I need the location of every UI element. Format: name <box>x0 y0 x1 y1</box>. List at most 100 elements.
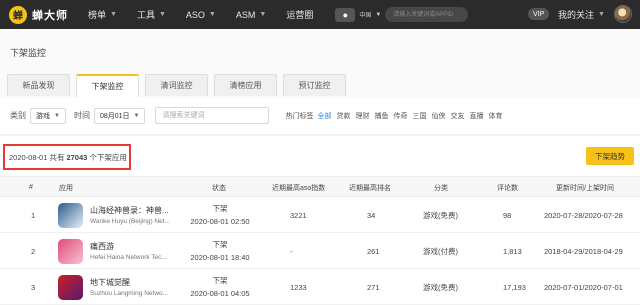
cell-rank: 1 <box>31 211 36 220</box>
chevron-down-icon: ▼ <box>54 112 60 119</box>
hot-tags: 热门标签 全部 贷款 理财 捕鱼 传奇 三国 仙侠 交友 直播 体育 <box>285 111 507 121</box>
results-panel: 2020-08-01 共有 27043 个下架应用 下架趋势 # 应用 状态 近期最… <box>0 136 640 305</box>
cell-status: 下架 2020-08-01 18:40 <box>187 239 253 262</box>
chevron-down-icon: ▼ <box>110 11 117 18</box>
date-select[interactable]: 08月01日 ▼ <box>93 107 146 124</box>
table-header: # 应用 状态 近期最高aso指数 近期最高排名 分类 评论数 更新时间/上架时… <box>0 176 640 197</box>
status-label: 下架 <box>212 240 228 249</box>
cell-aso-index: 1233 <box>290 283 307 292</box>
filter-bar: 类别 游戏▼ 时间 08月01日▼ 热门标签 全部 贷款 理财 捕鱼 传奇 三国… <box>0 97 640 135</box>
cell-best-rank: 271 <box>367 283 380 292</box>
hot-tag-three-kingdoms[interactable]: 三国 <box>412 111 426 121</box>
cell-dates: 2020-07-28/2020-07-28 <box>544 211 623 220</box>
hot-tag-loans[interactable]: 贷款 <box>336 111 350 121</box>
hot-tag-legend[interactable]: 传奇 <box>393 111 407 121</box>
table-row[interactable]: 2 - 261 游戏(付费) 1,813 2018-04-29/2018-04-29 痛西游… <box>0 234 640 269</box>
nav-item-tools[interactable]: 工具 ▼ <box>137 8 166 21</box>
column-header-dates: 更新时间/上架时间 <box>556 184 614 192</box>
brand-name: 蝉大师 <box>32 9 68 22</box>
tab-removal-monitor[interactable]: 下架监控 <box>76 74 139 97</box>
chevron-down-icon: ▼ <box>158 11 166 18</box>
nav-item-label: 榜单 <box>88 10 107 20</box>
app-developer: Suzhou Langming Netwo... <box>90 290 169 297</box>
date-value: 08月01日 <box>99 112 130 120</box>
chevron-down-icon: ▼ <box>133 112 140 119</box>
category-value: 游戏 <box>36 112 50 120</box>
status-label: 下架 <box>212 204 228 213</box>
hot-tag-all[interactable]: 全部 <box>317 111 331 121</box>
nav-item-operations[interactable]: 运营圈 <box>286 8 313 21</box>
summary-prefix: 共有 <box>49 152 65 162</box>
nav-item-label: ASM <box>235 9 256 20</box>
app-icon[interactable] <box>58 239 83 264</box>
category-select[interactable]: 游戏 ▼ <box>30 107 66 124</box>
tab-bar: 新品发现 下架监控 清词监控 清榜应用 预订监控 <box>7 74 352 97</box>
app-name[interactable]: 地下城觉醒 <box>90 277 130 288</box>
nav-item-aso[interactable]: ASO ▼ <box>186 10 216 20</box>
tab-chart-clear-apps[interactable]: 清榜应用 <box>214 74 277 96</box>
cell-rank: 2 <box>31 247 36 256</box>
app-icon[interactable] <box>58 203 83 228</box>
hot-tags-label: 热门标签 <box>285 112 314 120</box>
avatar[interactable] <box>614 5 632 23</box>
column-header-rank: # <box>29 184 33 191</box>
app-developer: Wanke Huyu (Beijing) Net... <box>90 218 170 225</box>
keyword-search-input[interactable] <box>155 107 270 124</box>
page-title: 下架监控 <box>10 48 47 58</box>
tab-keyword-clear-monitor[interactable]: 清词监控 <box>145 74 208 96</box>
cell-aso-index: 3221 <box>290 211 307 220</box>
top-nav-bar: 蝉 蝉大师 榜单▼ 工具▼ ASO▼ ASM▼ 运营圈 ● 中国 ▼ VIP 我… <box>0 0 640 29</box>
removal-trend-button[interactable]: 下架趋势 <box>586 147 634 165</box>
cell-status: 下架 2020-08-01 02:50 <box>187 203 253 226</box>
nav-item-rankings[interactable]: 榜单 ▼ <box>88 8 117 21</box>
tab-new-apps[interactable]: 新品发现 <box>7 74 70 96</box>
cell-category: 游戏(付费) <box>423 247 458 256</box>
brand-logo[interactable]: 蝉 蝉大师 <box>9 5 68 24</box>
hot-tag-finance[interactable]: 理财 <box>355 111 369 121</box>
column-header-aso-index: 近期最高aso指数 <box>272 184 326 192</box>
cell-dates: 2018-04-29/2018-04-29 <box>544 247 623 256</box>
country-label: 中国 <box>359 13 372 19</box>
app-name[interactable]: 山海经神兽录：神兽... <box>90 205 169 216</box>
summary-date: 2020-08-01 <box>9 152 48 162</box>
cell-best-rank: 261 <box>367 247 380 256</box>
chevron-down-icon: ▼ <box>598 11 605 18</box>
removal-summary: 2020-08-01 共有 27043 个下架应用 <box>3 144 131 170</box>
nav-item-label: 运营圈 <box>286 10 314 20</box>
app-icon[interactable] <box>58 275 83 300</box>
cell-reviews: 17,193 <box>503 283 526 292</box>
nav-item-asm[interactable]: ASM ▼ <box>236 10 266 20</box>
main-nav: 榜单 ▼ 工具 ▼ ASO ▼ ASM ▼ 运营圈 ● 中国 ▼ <box>88 7 469 22</box>
summary-count: 27043 <box>66 152 88 162</box>
my-follow-label: 我的关注 <box>558 10 595 20</box>
column-header-app: 应用 <box>59 184 73 192</box>
cell-dates: 2020-07-01/2020-07-01 <box>544 283 623 292</box>
column-header-status: 状态 <box>212 184 226 192</box>
hot-tag-fishing[interactable]: 捕鱼 <box>374 111 388 121</box>
cell-reviews: 98 <box>503 211 512 220</box>
hot-tag-dating[interactable]: 交友 <box>450 111 464 121</box>
category-label: 类别 <box>10 111 26 120</box>
app-developer: Hefei Haina Network Tec... <box>90 254 167 261</box>
apple-icon: ● <box>335 7 356 22</box>
cell-status: 下架 2020-08-01 04:05 <box>187 275 253 298</box>
hot-tag-sports[interactable]: 体育 <box>488 111 502 121</box>
cicada-logo-icon: 蝉 <box>9 5 27 24</box>
table-row[interactable]: 1 3221 34 游戏(免费) 98 2020-07-28/2020-07-28 山海经神… <box>0 198 640 233</box>
hot-tag-xianxia[interactable]: 仙侠 <box>431 111 445 121</box>
cell-category: 游戏(免费) <box>423 283 458 292</box>
top-search-input[interactable] <box>385 7 469 22</box>
store-country-select[interactable]: ● 中国 ▼ <box>335 7 381 22</box>
chevron-down-icon: ▼ <box>208 11 216 18</box>
vip-badge[interactable]: VIP <box>528 8 550 20</box>
app-name[interactable]: 痛西游 <box>90 241 114 252</box>
summary-suffix: 个下架应用 <box>89 152 127 162</box>
cell-aso-index: - <box>290 247 293 256</box>
table-row[interactable]: 3 1233 271 游戏(免费) 17,193 2020-07-01/2020-07-0… <box>0 270 640 305</box>
status-label: 下架 <box>212 276 228 285</box>
my-follow-menu[interactable]: 我的关注 ▼ <box>558 8 605 21</box>
hot-tag-live[interactable]: 直播 <box>469 111 483 121</box>
status-time: 2020-08-01 02:50 <box>190 217 250 226</box>
tab-preorder-monitor[interactable]: 预订监控 <box>283 74 346 96</box>
column-header-reviews: 评论数 <box>497 184 518 192</box>
